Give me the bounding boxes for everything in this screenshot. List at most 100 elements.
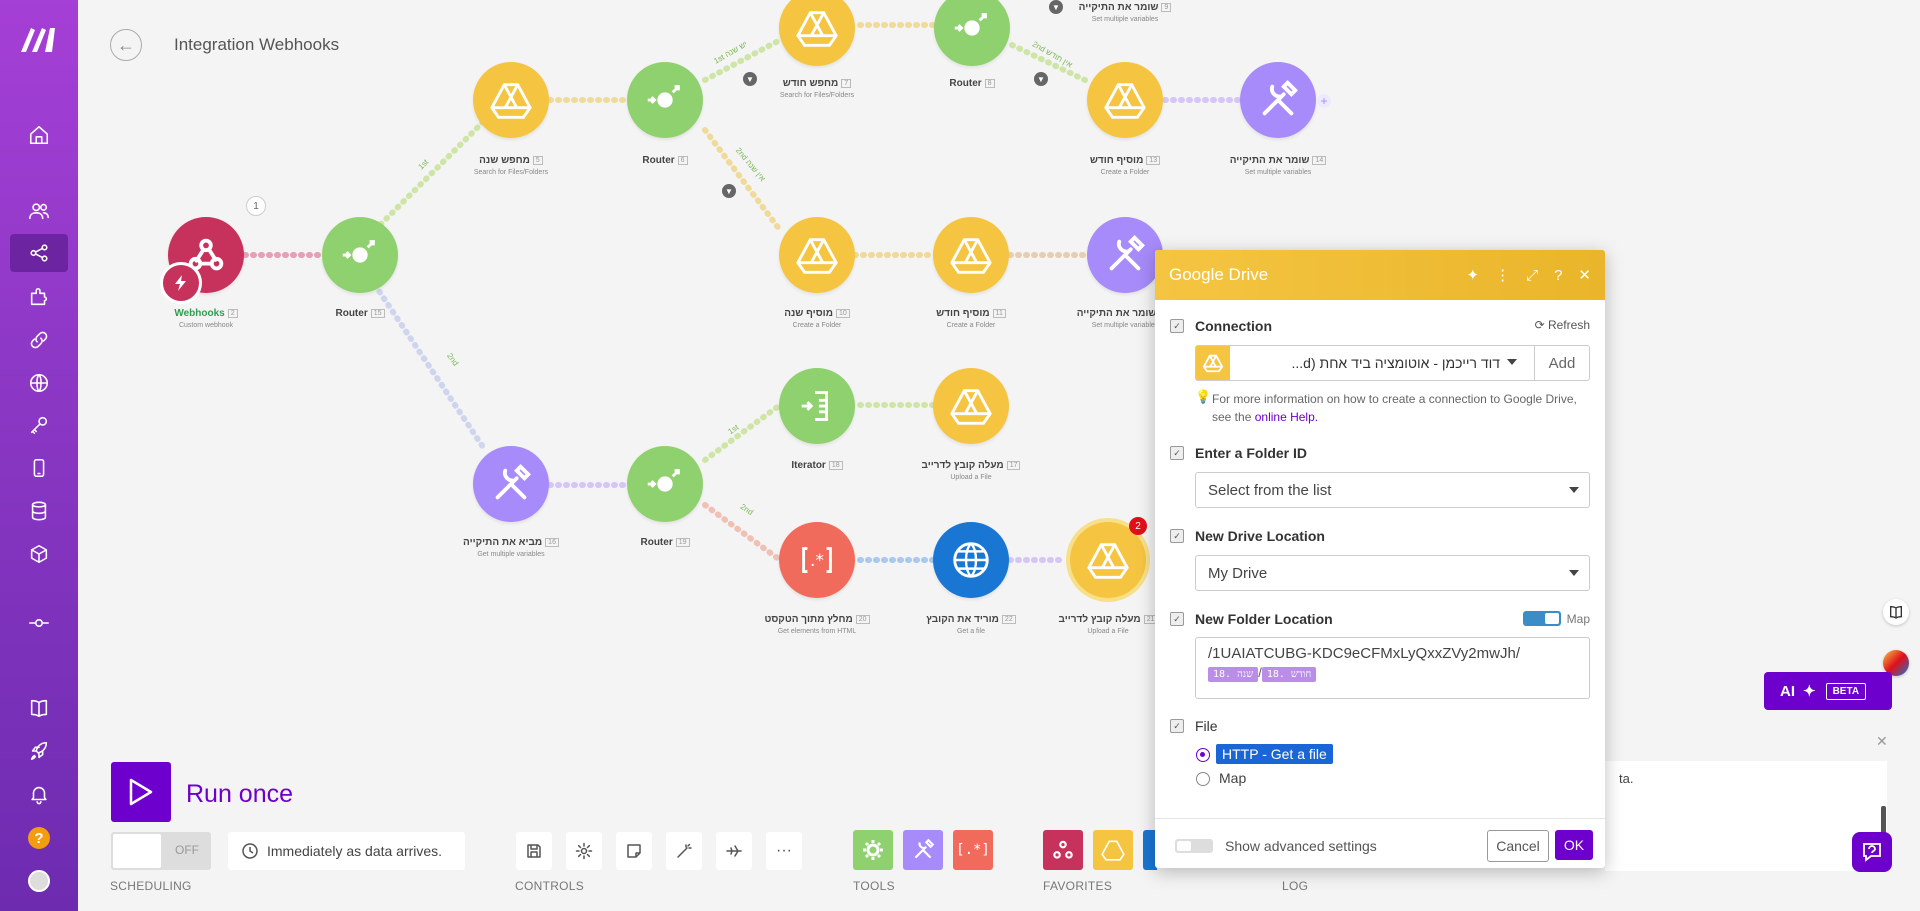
drive-location-select[interactable]: My Drive — [1195, 555, 1590, 591]
chevron-down-icon — [1507, 359, 1517, 365]
connection-value: דוד רייכמן - אוטומציה ביד אחת (d... — [1291, 355, 1501, 371]
field-toggle-checkbox[interactable]: ✓ — [1170, 319, 1184, 333]
tools-icon — [914, 838, 935, 859]
favorite-webhooks[interactable] — [1043, 830, 1083, 870]
chat-icon — [1863, 843, 1881, 862]
airplane-icon — [726, 845, 742, 857]
text-parser-icon: [.*] — [956, 842, 990, 858]
more-icon: ··· — [776, 842, 792, 859]
ai-assistant-button[interactable]: AI ✦ BETA — [1764, 672, 1892, 710]
link-router2-year — [702, 127, 783, 233]
module-add-month[interactable] — [1087, 62, 1163, 138]
add-connection-button[interactable]: Add — [1534, 346, 1589, 380]
advanced-settings-toggle[interactable]: Show advanced settings — [1175, 838, 1377, 854]
ok-button[interactable]: OK — [1555, 830, 1593, 860]
field-toggle-checkbox[interactable]: ✓ — [1170, 719, 1184, 733]
google-drive-icon — [490, 83, 532, 119]
module-search-year[interactable] — [473, 62, 549, 138]
google-drive-icon — [950, 389, 992, 425]
module-sublabel: Get elements from HTML — [777, 628, 857, 635]
module-add-year[interactable] — [779, 217, 855, 293]
scheduling-toggle[interactable]: OFF — [111, 832, 211, 870]
gear-icon — [575, 842, 593, 860]
log-panel: ta. — [1605, 761, 1887, 871]
module-label: Router 6 — [580, 155, 750, 166]
router-icon — [647, 85, 680, 108]
tool-text-parser[interactable]: [.*] — [953, 830, 993, 870]
module-saves-folder[interactable] — [1240, 62, 1316, 138]
file-source-option-http[interactable]: HTTP - Get a file — [1216, 744, 1333, 764]
run-once-label[interactable]: Run once — [186, 780, 293, 809]
online-help-link[interactable]: online Help. — [1255, 410, 1318, 424]
module-upload-file[interactable] — [933, 368, 1009, 444]
chevron-down-icon — [1569, 487, 1579, 493]
drive-location-label: New Drive Location — [1195, 528, 1325, 544]
schedule-setting[interactable]: Immediately as data arrives. — [228, 832, 465, 870]
help-icon[interactable]: ? — [1554, 267, 1562, 284]
file-field: ✓ File HTTP - Get a file Map — [1170, 718, 1590, 798]
connection-select[interactable]: דוד רייכמן - אוטומציה ביד אחת (d... Add — [1195, 345, 1590, 381]
kebab-menu-icon[interactable]: ⋮ — [1495, 266, 1510, 284]
save-button[interactable] — [516, 832, 552, 870]
field-toggle-checkbox[interactable]: ✓ — [1170, 446, 1184, 460]
auto-align-button[interactable] — [666, 832, 702, 870]
webhook-icon — [1053, 840, 1073, 859]
tools-icon — [1109, 235, 1145, 271]
module-label: מביא את התיקייה 16 — [426, 537, 596, 548]
google-drive-icon — [1104, 83, 1146, 119]
map-toggle[interactable]: Map — [1522, 611, 1590, 626]
module-settings-dialog: Google Drive ✦ ⋮ ⤢ ? ✕ ✓ Connection ⟳ Re… — [1155, 250, 1605, 868]
notes-button[interactable] — [616, 832, 652, 870]
file-source-radio-map[interactable] — [1196, 772, 1210, 786]
module-router[interactable] — [627, 446, 703, 522]
tool-tools[interactable] — [903, 830, 943, 870]
router-icon — [647, 469, 680, 492]
module-sublabel: Get multiple variables — [477, 551, 545, 558]
field-toggle-checkbox[interactable]: ✓ — [1170, 529, 1184, 543]
text-parser-icon: .* — [802, 547, 832, 573]
module-iterator[interactable] — [779, 368, 855, 444]
chat-support-button[interactable] — [1852, 832, 1892, 872]
sparkle-icon: ✦ — [1803, 683, 1816, 700]
add-module-icon[interactable]: + — [1317, 94, 1331, 108]
file-source-option-map[interactable]: Map — [1219, 770, 1246, 786]
run-once-button[interactable] — [111, 762, 171, 822]
module-label: Router 8 — [887, 78, 1057, 89]
close-log-icon[interactable]: ✕ — [1876, 733, 1888, 750]
variable-pill[interactable]: 18. שנה — [1208, 667, 1259, 682]
module-sublabel: Set multiple variables — [1244, 169, 1312, 176]
link-router4-extract — [702, 502, 783, 563]
magic-wand-icon — [677, 843, 692, 858]
variable-pill[interactable]: 18. חודש — [1261, 667, 1317, 682]
sparkle-icon[interactable]: ✦ — [1466, 266, 1479, 284]
module-brings-folder[interactable] — [473, 446, 549, 522]
docs-icon[interactable] — [1883, 599, 1909, 625]
module-label: שומר את התיקייה 14 — [1193, 155, 1363, 166]
field-toggle-checkbox[interactable]: ✓ — [1170, 612, 1184, 626]
module-router[interactable] — [322, 217, 398, 293]
expand-icon[interactable]: ⤢ — [1526, 267, 1538, 284]
folder-location-input[interactable]: /1UAIATCUBG-KDC9eCFMxLyQxxZVy2mwJh/ 18. … — [1195, 637, 1590, 699]
file-source-radio-http[interactable] — [1196, 748, 1210, 762]
tool-flow-control[interactable] — [853, 830, 893, 870]
module-label: מחלץ מתוך הטקסט 20 — [732, 614, 902, 625]
module-router[interactable] — [627, 62, 703, 138]
favorite-google-drive[interactable] — [1093, 830, 1133, 870]
module-saves-folder[interactable] — [1087, 217, 1163, 293]
cancel-button[interactable]: Cancel — [1487, 830, 1549, 862]
dialog-header: Google Drive ✦ ⋮ ⤢ ? ✕ — [1155, 250, 1605, 300]
module-sublabel: Create a Folder — [792, 322, 842, 329]
google-drive-icon — [796, 11, 838, 47]
more-button[interactable]: ··· — [766, 832, 802, 870]
filter-icon[interactable]: ▼ — [722, 184, 736, 198]
module-text-parser[interactable]: .* — [779, 522, 855, 598]
module-http[interactable] — [933, 522, 1009, 598]
folder-id-select[interactable]: Select from the list — [1195, 472, 1590, 508]
module-add-month[interactable] — [933, 217, 1009, 293]
settings-button[interactable] — [566, 832, 602, 870]
tools-label: TOOLS — [853, 879, 895, 893]
refresh-button[interactable]: ⟳ Refresh — [1535, 318, 1590, 332]
close-icon[interactable]: ✕ — [1578, 266, 1591, 284]
module-label: Router 19 — [580, 537, 750, 548]
explain-flow-button[interactable] — [716, 832, 752, 870]
